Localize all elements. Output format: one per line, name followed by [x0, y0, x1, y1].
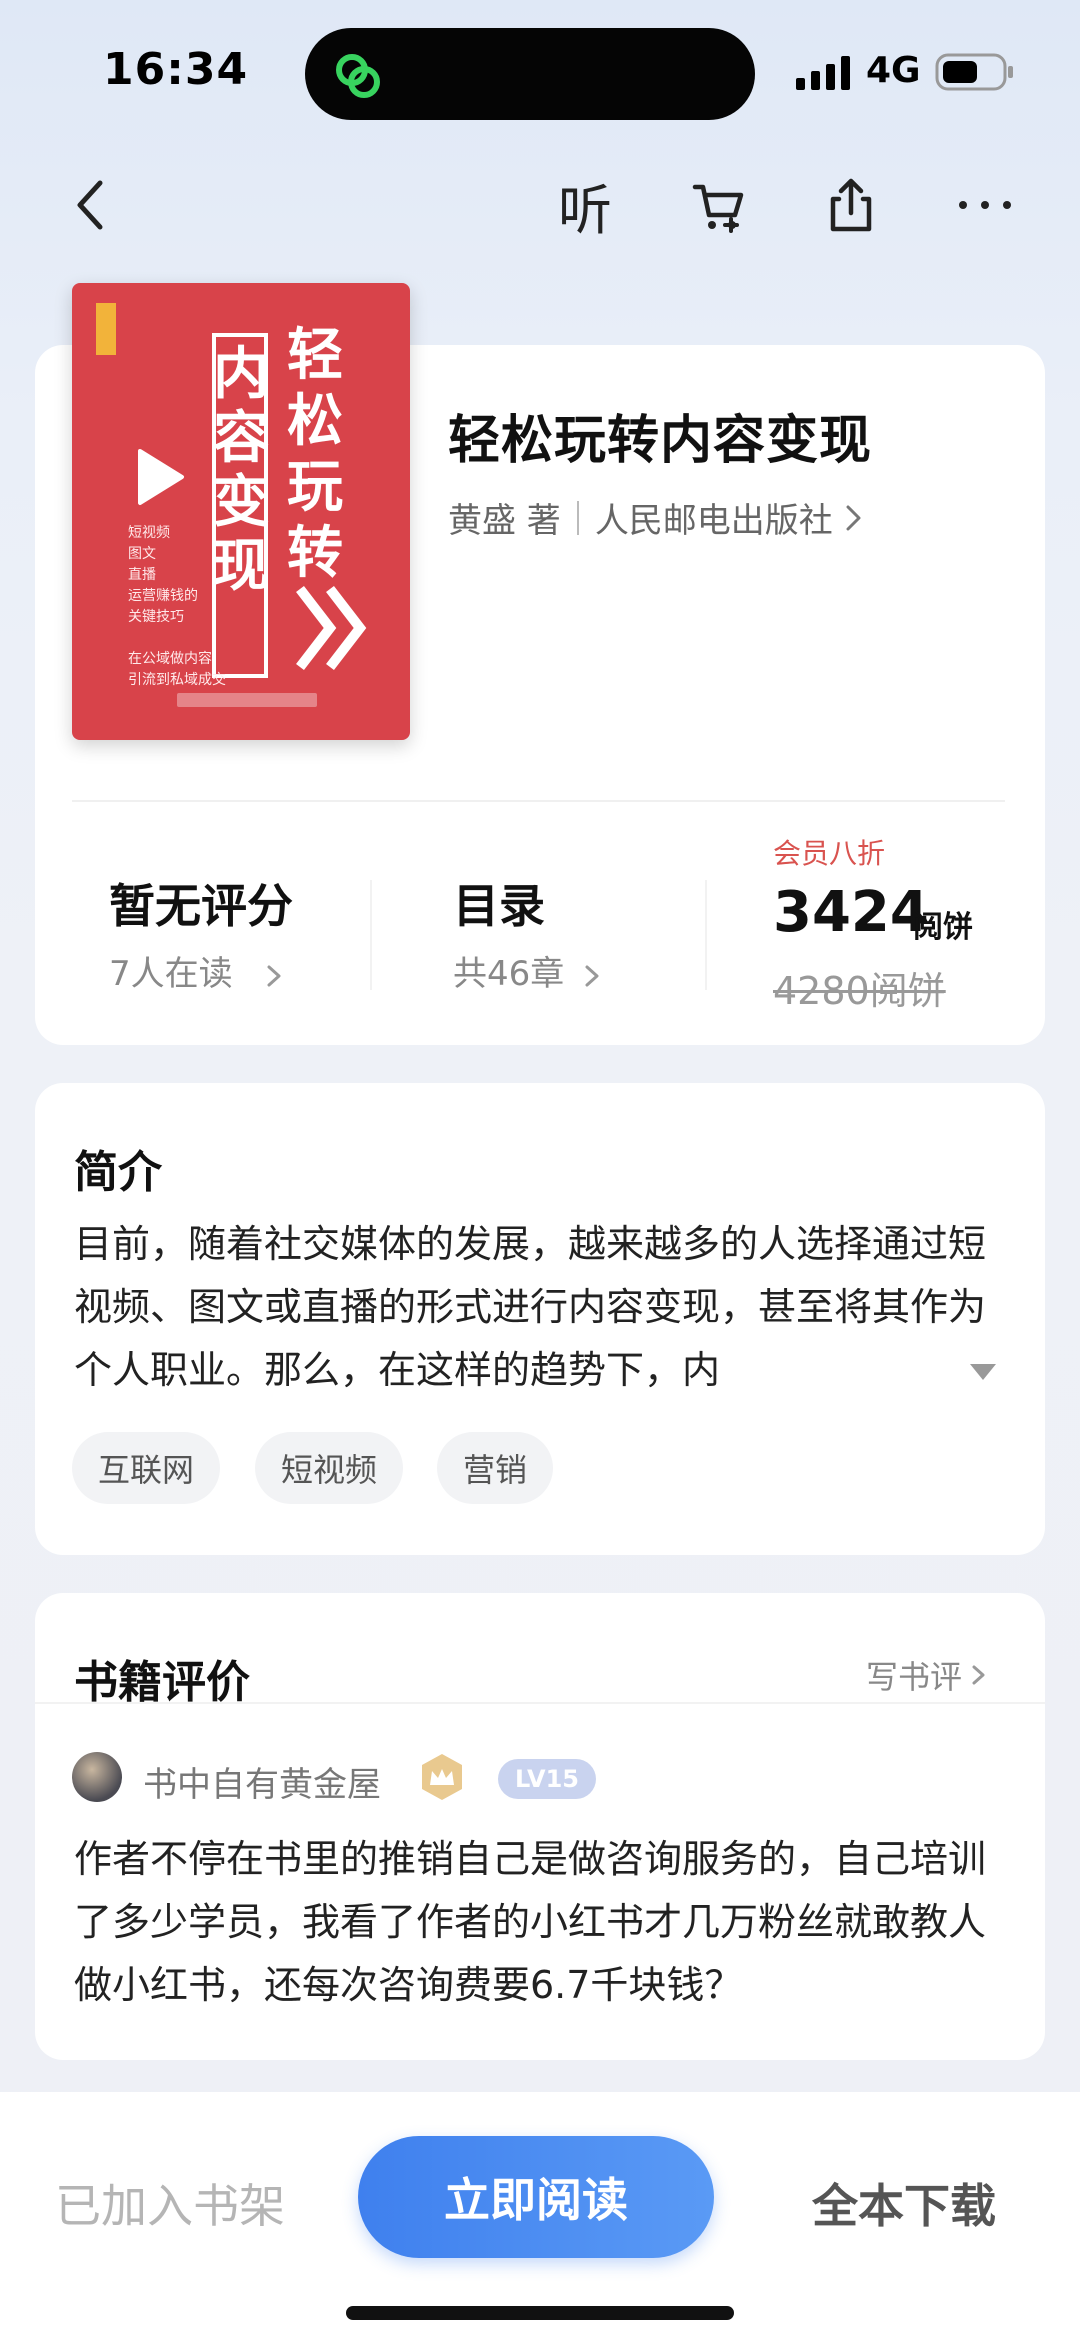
signal-icon — [796, 56, 850, 90]
divider — [72, 800, 1005, 802]
cover-footer-logos — [177, 693, 317, 707]
intro-text[interactable]: 目前，随着社交媒体的发展，越来越多的人选择通过短视频、图文或直播的形式进行内容变… — [74, 1213, 1004, 1402]
share-icon — [830, 178, 872, 232]
write-review-label: 写书评 — [866, 1658, 963, 1696]
book-title: 轻松玩转内容变现 — [448, 411, 873, 471]
crown-icon — [422, 1754, 462, 1800]
read-now-button[interactable]: 立即阅读 — [358, 2136, 714, 2258]
more-button[interactable] — [950, 170, 1020, 240]
status-time: 16:34 — [103, 44, 249, 95]
listen-button[interactable]: 听 — [550, 170, 620, 242]
review-heading: 书籍评价 — [74, 1657, 250, 1708]
publisher-name: 人民邮电出版社 — [594, 501, 833, 541]
original-price: 4280阅饼 — [773, 969, 946, 1013]
avatar[interactable] — [72, 1752, 122, 1802]
level-badge: LV15 — [498, 1759, 596, 1799]
member-discount-label: 会员八折 — [773, 837, 886, 870]
intro-heading: 简介 — [74, 1147, 162, 1198]
cover-title-2: 轻松玩转 — [287, 323, 343, 586]
publisher-logo — [96, 303, 116, 355]
chapters-link[interactable]: 共46章 — [453, 946, 605, 995]
chevron-right-icon — [846, 505, 861, 530]
price-unit: 阅饼 — [913, 910, 973, 945]
back-button[interactable] — [55, 170, 125, 240]
tag-chip[interactable]: 短视频 — [255, 1432, 404, 1504]
tag-chip[interactable]: 营销 — [437, 1432, 554, 1504]
stat-divider — [370, 880, 372, 990]
network-type: 4G — [866, 50, 921, 91]
rating-label: 暂无评分 — [109, 879, 293, 933]
battery-icon — [935, 53, 1013, 91]
author-publisher-link[interactable]: 黄盛 著 人民邮电出版社 — [448, 493, 867, 542]
tag-chip[interactable]: 互联网 — [72, 1432, 221, 1504]
readers-count: 7人在读 — [109, 954, 233, 994]
cart-button[interactable] — [684, 170, 754, 240]
cart-icon — [692, 184, 744, 233]
review-text[interactable]: 作者不停在书里的推销自己是做咨询服务的，自己培训了多少学员，我看了作者的小红书才… — [74, 1828, 1004, 2017]
expand-icon[interactable] — [968, 1360, 998, 1384]
book-cover-image[interactable]: 内容变现 轻松玩转 短视频 图文 直播 运营赚钱的 关键技巧 在公域做内容 引流… — [72, 283, 410, 740]
back-arrow-icon — [77, 180, 103, 230]
reviewer-name[interactable]: 书中自有黄金屋 — [143, 1757, 381, 1806]
write-review-button[interactable]: 写书评 — [866, 1652, 990, 1698]
chevron-right-icon — [585, 965, 599, 986]
readers-link[interactable]: 7人在读 — [109, 946, 291, 995]
download-full-button[interactable]: 全本下载 — [812, 2170, 996, 2236]
double-chevron-icon — [296, 585, 367, 671]
chevron-right-icon — [972, 1665, 985, 1685]
divider — [35, 1702, 1045, 1704]
cover-blurb: 短视频 图文 直播 运营赚钱的 关键技巧 在公域做内容 引流到私域成交 — [128, 525, 226, 688]
meta-separator — [576, 500, 579, 535]
home-indicator[interactable] — [346, 2306, 734, 2320]
play-icon — [138, 449, 184, 505]
more-icon — [959, 201, 1011, 209]
share-button[interactable] — [816, 170, 886, 240]
current-price: 3424 — [773, 880, 929, 945]
app-activity-icon — [336, 54, 380, 98]
toc-button[interactable]: 目录 — [453, 870, 545, 936]
added-to-shelf-button[interactable]: 已加入书架 — [55, 2170, 285, 2236]
author-name: 黄盛 著 — [448, 501, 561, 541]
chevron-right-icon — [267, 965, 281, 986]
stat-divider — [705, 880, 707, 990]
chapter-count: 共46章 — [453, 954, 565, 994]
